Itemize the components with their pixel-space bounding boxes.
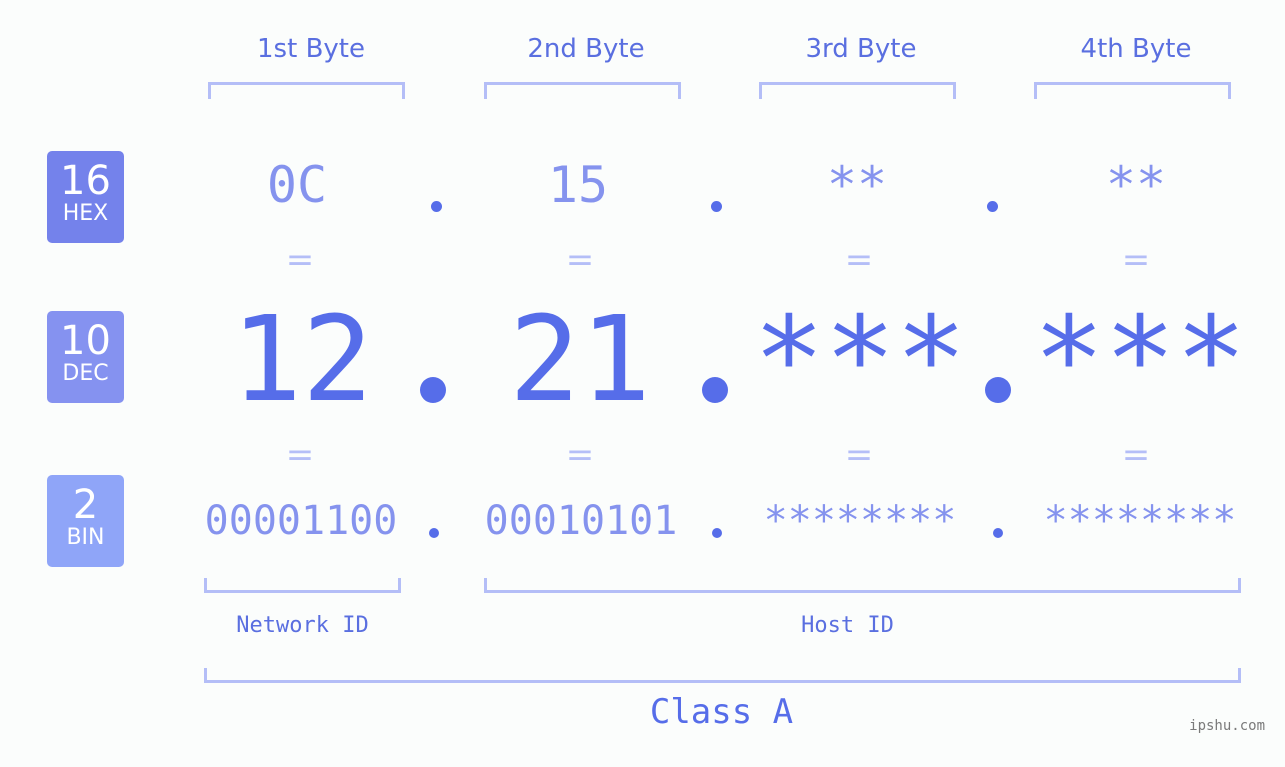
hex-dot-3 [987,201,998,212]
byte-bracket-1 [208,82,405,99]
equals-1-2: = [565,240,595,280]
dec-dot-1 [420,377,446,403]
equals-2-1: = [285,435,315,475]
byte-header-4: 4th Byte [1080,34,1192,64]
byte-header-2: 2nd Byte [527,34,645,64]
bin-badge: 2 BIN [47,475,124,567]
class-label: Class A [649,692,794,732]
bin-byte-2: 00010101 [484,498,678,544]
equals-1-1: = [285,240,315,280]
dec-badge: 10 DEC [47,311,124,403]
equals-1-4: = [1121,240,1151,280]
bin-dot-3 [993,528,1003,538]
network-id-bracket [204,578,401,593]
hex-label: HEX [62,201,109,226]
hex-dot-1 [431,201,442,212]
equals-2-4: = [1121,435,1151,475]
bin-byte-3: ******** [763,498,957,544]
byte-header-1: 1st Byte [257,34,365,64]
hex-byte-2: 15 [547,156,609,214]
dec-label: DEC [62,361,109,386]
host-id-label: Host ID [801,613,894,638]
bin-byte-4: ******** [1043,498,1237,544]
class-bracket [204,668,1241,683]
byte-header-3: 3rd Byte [805,34,917,64]
dec-dot-3 [985,377,1011,403]
dec-byte-3: *** [753,290,967,428]
hex-byte-1: 0C [266,156,328,214]
bin-base: 2 [72,482,99,528]
bin-byte-1: 00001100 [204,498,398,544]
hex-base: 16 [60,158,111,204]
byte-bracket-2 [484,82,681,99]
host-id-bracket [484,578,1241,593]
network-id-label: Network ID [236,613,369,638]
equals-1-3: = [844,240,874,280]
dec-byte-4: *** [1033,290,1247,428]
equals-2-2: = [565,435,595,475]
hex-badge: 16 HEX [47,151,124,243]
hex-byte-4: ** [1105,156,1167,214]
byte-bracket-4 [1034,82,1231,99]
dec-base: 10 [60,318,111,364]
hex-dot-2 [711,201,722,212]
watermark: ipshu.com [1189,718,1265,734]
dec-dot-2 [702,377,728,403]
hex-byte-3: ** [826,156,888,214]
bin-label: BIN [66,525,105,550]
equals-2-3: = [844,435,874,475]
dec-byte-2: 21 [508,290,652,428]
bin-dot-2 [712,528,722,538]
byte-bracket-3 [759,82,956,99]
dec-byte-1: 12 [230,290,374,428]
bin-dot-1 [429,528,439,538]
